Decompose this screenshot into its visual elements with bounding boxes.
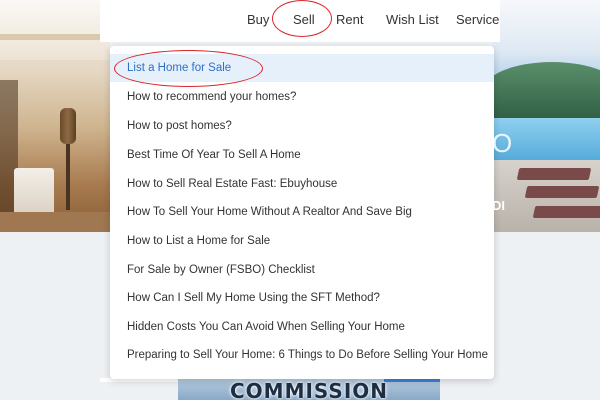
hero-image-left xyxy=(0,0,110,232)
menu-item-list-a-home-for-sale[interactable]: List a Home for Sale xyxy=(110,54,494,82)
menu-item-sell-fast-ebuyhouse[interactable]: How to Sell Real Estate Fast: Ebuyhouse xyxy=(110,170,494,198)
floor xyxy=(0,212,110,232)
lounger xyxy=(524,186,600,198)
menu-item-preparing-to-sell[interactable]: Preparing to Sell Your Home: 6 Things to… xyxy=(110,341,494,369)
ceiling-beam xyxy=(0,34,110,40)
chair xyxy=(14,168,54,218)
hill xyxy=(492,62,600,122)
menu-item-best-time-to-sell[interactable]: Best Time Of Year To Sell A Home xyxy=(110,141,494,169)
nav-buy[interactable]: Buy xyxy=(247,12,269,28)
ceiling xyxy=(0,0,110,60)
menu-item-hidden-costs[interactable]: Hidden Costs You Can Avoid When Selling … xyxy=(110,313,494,341)
hero-overlay-letter: O xyxy=(492,128,513,158)
menu-item-how-to-post[interactable]: How to post homes? xyxy=(110,112,494,140)
nav-sell[interactable]: Sell xyxy=(293,12,315,28)
menu-item-how-to-list[interactable]: How to List a Home for Sale xyxy=(110,227,494,255)
floor-lamp-post xyxy=(66,144,70,210)
menu-item-how-to-recommend[interactable]: How to recommend your homes? xyxy=(110,83,494,111)
lounger xyxy=(516,168,592,180)
commission-banner-text: COMMISSION xyxy=(229,379,389,400)
menu-item-fsbo-checklist[interactable]: For Sale by Owner (FSBO) Checklist xyxy=(110,256,494,284)
hero-image-right: O DI xyxy=(492,0,600,232)
nav-service[interactable]: Service xyxy=(456,12,499,28)
top-navigation: Buy Sell Rent Wish List Service xyxy=(100,0,500,42)
lounger xyxy=(532,206,600,218)
menu-item-sell-without-realtor[interactable]: How To Sell Your Home Without A Realtor … xyxy=(110,198,494,226)
sell-dropdown-menu: List a Home for Sale How to recommend yo… xyxy=(110,46,494,379)
floor-lamp xyxy=(60,108,76,144)
nav-wish-list[interactable]: Wish List xyxy=(386,12,439,28)
hero-overlay-text: DI xyxy=(492,198,505,213)
nav-rent[interactable]: Rent xyxy=(336,12,363,28)
menu-item-sft-method[interactable]: How Can I Sell My Home Using the SFT Met… xyxy=(110,284,494,312)
